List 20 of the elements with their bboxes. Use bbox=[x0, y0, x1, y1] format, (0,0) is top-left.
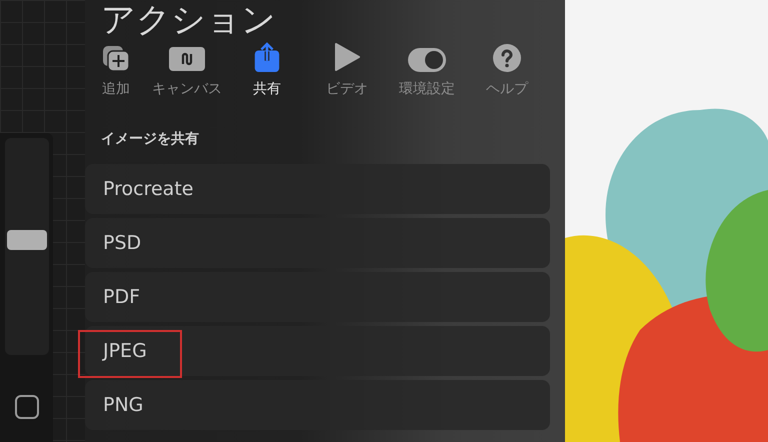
canvas-wave-icon bbox=[169, 46, 205, 72]
export-format-item[interactable]: PNG bbox=[85, 380, 550, 430]
export-format-item[interactable]: Procreate bbox=[85, 164, 550, 214]
panel-title: アクション bbox=[101, 0, 277, 40]
add-layers-icon bbox=[101, 44, 131, 72]
toolbar-tab[interactable]: 共有 bbox=[227, 42, 307, 98]
help-icon bbox=[493, 44, 521, 72]
play-icon bbox=[334, 42, 360, 72]
export-format-item[interactable]: PDF bbox=[85, 272, 550, 322]
toolbar-tab[interactable]: ビデオ bbox=[307, 42, 387, 98]
share-icon bbox=[254, 42, 280, 72]
toolbar-tab[interactable]: 追加 bbox=[85, 42, 147, 98]
toggle-icon bbox=[408, 48, 446, 72]
brush-size-slider[interactable] bbox=[4, 138, 48, 355]
toolbar-tab[interactable]: キャンバス bbox=[147, 42, 227, 98]
section-title: イメージを共有 bbox=[101, 130, 200, 148]
slider-thumb[interactable] bbox=[6, 230, 46, 250]
toolbar-tab[interactable]: 環境設定 bbox=[387, 42, 467, 98]
export-format-item[interactable]: PSD bbox=[85, 218, 550, 268]
modify-button[interactable] bbox=[14, 395, 38, 419]
